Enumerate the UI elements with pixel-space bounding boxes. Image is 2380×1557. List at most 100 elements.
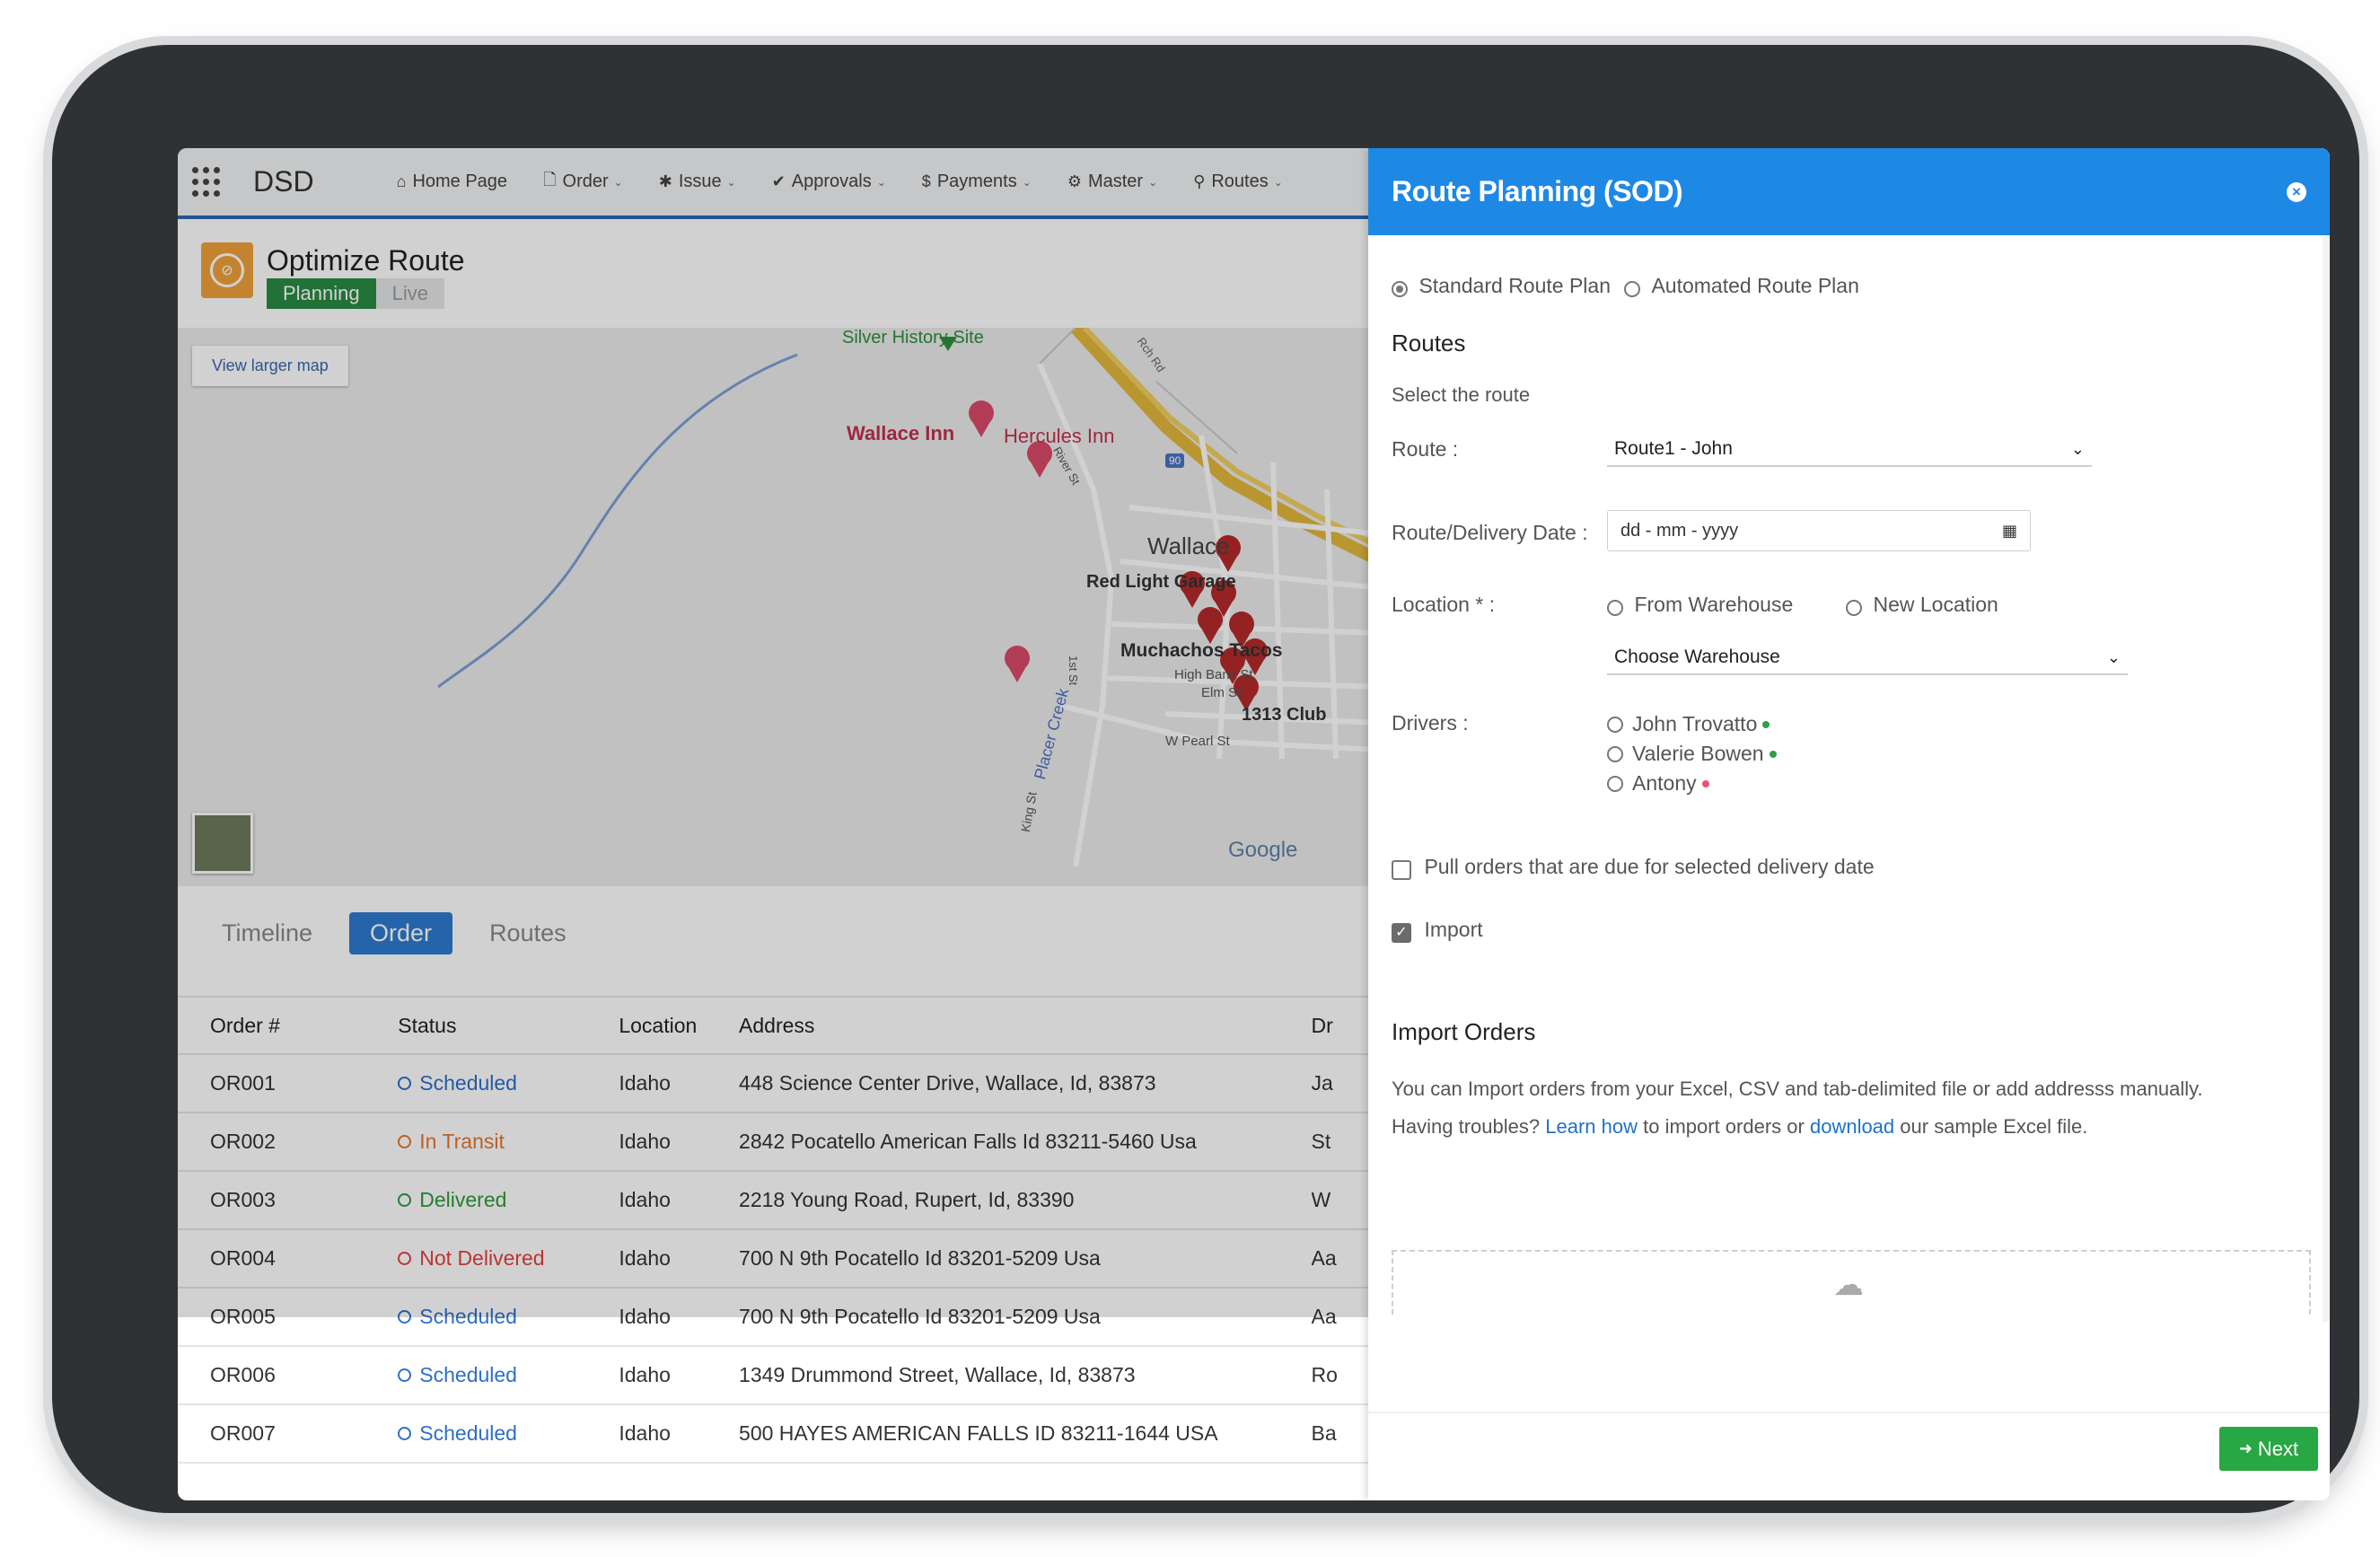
route-map[interactable]: View larger map Silver History Site Wall…	[178, 328, 1381, 886]
status-cell: Scheduled	[398, 1363, 619, 1387]
date-placeholder: dd - mm - yyyy	[1620, 520, 1739, 541]
table-row[interactable]: OR003 Delivered Idaho 2218 Young Road, Rupe…	[178, 1172, 1381, 1230]
nav-item-issue[interactable]: ✱ Issue ⌄	[659, 172, 736, 192]
nav-item-label: Payments	[936, 172, 1017, 191]
status-circle-icon	[398, 1368, 412, 1382]
brand-name[interactable]: DSD	[253, 165, 314, 198]
table-row[interactable]: OR005 Scheduled Idaho 700 N 9th Pocatello I…	[178, 1289, 1381, 1347]
dollar-icon: $	[921, 172, 931, 190]
pull-orders-label: Pull orders that are due for selected de…	[1424, 855, 1875, 878]
table-row[interactable]: OR004 Not Delivered Idaho 700 N 9th Pocatel…	[178, 1230, 1381, 1289]
download-link[interactable]: download	[1810, 1115, 1894, 1138]
app-grid-icon[interactable]	[192, 166, 221, 198]
radio-automated-plan[interactable]	[1624, 280, 1640, 297]
address-cell: 1349 Drummond Street, Wallace, Id, 83873	[739, 1363, 1136, 1386]
map-label-muchachos-tacos: Muchachos Tacos	[1120, 640, 1283, 661]
location-cell: Idaho	[619, 1363, 671, 1386]
status-text: Scheduled	[419, 1363, 517, 1386]
page-title: Optimize Route	[267, 244, 465, 277]
route-select[interactable]: Route1 - John ⌄	[1607, 438, 2092, 467]
tab-timeline[interactable]: Timeline	[201, 912, 333, 954]
pull-orders-checkbox[interactable]	[1392, 859, 1411, 880]
location-cell: Idaho	[619, 1421, 671, 1445]
home-icon: ⌂	[396, 172, 407, 190]
driver-option[interactable]: Antony	[1607, 769, 1777, 798]
nav-item-master[interactable]: ⚙ Master ⌄	[1067, 172, 1157, 192]
date-label: Route/Delivery Date :	[1392, 521, 1588, 544]
plan-type-automated[interactable]: Automated Route Plan	[1624, 274, 1859, 298]
nav-item-label: Home Page	[412, 172, 508, 191]
status-indicator: Scheduled	[398, 1363, 619, 1387]
col-order-number[interactable]: Order #	[178, 1014, 398, 1038]
location-new[interactable]: New Location	[1846, 593, 1998, 617]
pull-orders-option[interactable]: Pull orders that are due for selected de…	[1392, 855, 1875, 880]
status-text: Delivered	[419, 1188, 507, 1211]
tab-routes[interactable]: Routes	[469, 912, 587, 954]
col-status[interactable]: Status	[398, 1014, 619, 1038]
driver-option[interactable]: John Trovatto	[1607, 709, 1777, 739]
status-circle-icon	[398, 1427, 412, 1440]
tablet-frame: DSD ⌂ Home Page 🗋 Order ⌄ ✱ Issue ⌄ ✔ Approvals ⌄ $…	[52, 45, 2359, 1513]
app-screen: DSD ⌂ Home Page 🗋 Order ⌄ ✱ Issue ⌄ ✔ Approvals ⌄ $…	[178, 148, 2330, 1500]
drivers-label: Drivers :	[1392, 711, 1469, 735]
learn-how-link[interactable]: Learn how	[1545, 1115, 1638, 1138]
col-location[interactable]: Location	[619, 1014, 739, 1038]
radio-from-warehouse[interactable]	[1607, 599, 1623, 616]
radio-new-location[interactable]	[1846, 599, 1862, 616]
import-checkbox[interactable]: ✓	[1392, 922, 1411, 943]
from-warehouse-label: From Warehouse	[1634, 593, 1794, 616]
route-select-value: Route1 - John	[1614, 438, 1733, 459]
warehouse-select[interactable]: Choose Warehouse ⌄	[1607, 647, 2128, 675]
order-id-cell: OR007	[210, 1421, 276, 1445]
driver-radio[interactable]	[1607, 745, 1623, 762]
order-id-cell: OR002	[210, 1130, 276, 1153]
import-label: Import	[1424, 918, 1483, 941]
nav-item-order[interactable]: 🗋 Order ⌄	[543, 169, 623, 196]
panel-body: Standard Route Plan Automated Route Plan…	[1368, 235, 2330, 1413]
chevron-down-icon: ⌄	[726, 175, 736, 189]
status-circle-icon	[398, 1252, 412, 1265]
location-cell: Idaho	[619, 1305, 671, 1328]
status-text: Scheduled	[419, 1305, 517, 1328]
plan-type-standard[interactable]: Standard Route Plan	[1392, 274, 1611, 298]
status-cell: Scheduled	[398, 1071, 619, 1095]
chevron-down-icon: ⌄	[876, 175, 886, 189]
nav-item-home-page[interactable]: ⌂ Home Page	[397, 172, 508, 192]
table-row[interactable]: OR001 Scheduled Idaho 448 Science Center Dr…	[178, 1055, 1381, 1113]
col-address[interactable]: Address	[739, 1014, 1311, 1038]
select-route-hint: Select the route	[1392, 383, 1531, 406]
nav-item-routes[interactable]: ⚲ Routes ⌄	[1193, 172, 1283, 192]
compass-icon: ⊘	[201, 242, 253, 298]
table-row[interactable]: OR007 Scheduled Idaho 500 HAYES AMERICAN FA…	[178, 1405, 1381, 1464]
calendar-icon[interactable]: ▦	[2002, 522, 2017, 541]
driver-radio[interactable]	[1607, 775, 1623, 792]
nav-item-approvals[interactable]: ✔ Approvals ⌄	[772, 172, 886, 192]
driver-name: John Trovatto	[1632, 712, 1758, 735]
location-from-warehouse[interactable]: From Warehouse	[1607, 593, 1793, 617]
tab-planning[interactable]: Planning	[267, 278, 376, 309]
satellite-toggle-thumbnail[interactable]	[192, 813, 253, 874]
bug-icon: ✱	[658, 172, 672, 190]
radio-standard-plan[interactable]	[1392, 280, 1408, 297]
tab-live[interactable]: Live	[375, 278, 444, 309]
driver-radio[interactable]	[1607, 716, 1623, 733]
panel-scrollbar[interactable]	[2323, 235, 2330, 1322]
tab-order[interactable]: Order	[349, 912, 453, 954]
view-larger-map-button[interactable]: View larger map	[192, 346, 348, 386]
driver-option[interactable]: Valerie Bowen	[1607, 739, 1777, 769]
delivery-date-input[interactable]: dd - mm - yyyy ▦	[1607, 510, 2031, 551]
file-dropzone[interactable]: ☁	[1392, 1250, 2311, 1315]
map-label-wallace: Wallace	[1147, 532, 1230, 559]
map-marker-icon: ⚲	[1193, 172, 1206, 190]
import-option[interactable]: ✓ Import	[1392, 918, 1483, 943]
close-icon[interactable]: ×	[2287, 181, 2306, 202]
status-circle-icon	[398, 1310, 412, 1324]
table-row[interactable]: OR006 Scheduled Idaho 1349 Drummond Street,…	[178, 1347, 1381, 1405]
next-button-label: Next	[2257, 1437, 2299, 1460]
location-cell: Idaho	[619, 1188, 671, 1211]
table-row[interactable]: OR002 In Transit Idaho 2842 Pocatello Ameri…	[178, 1113, 1381, 1172]
next-button[interactable]: ➜ Next	[2219, 1427, 2318, 1471]
standard-plan-label: Standard Route Plan	[1418, 274, 1611, 297]
nav-item-payments[interactable]: $ Payments ⌄	[922, 172, 1032, 192]
import-description: You can Import orders from your Excel, C…	[1392, 1078, 2203, 1100]
